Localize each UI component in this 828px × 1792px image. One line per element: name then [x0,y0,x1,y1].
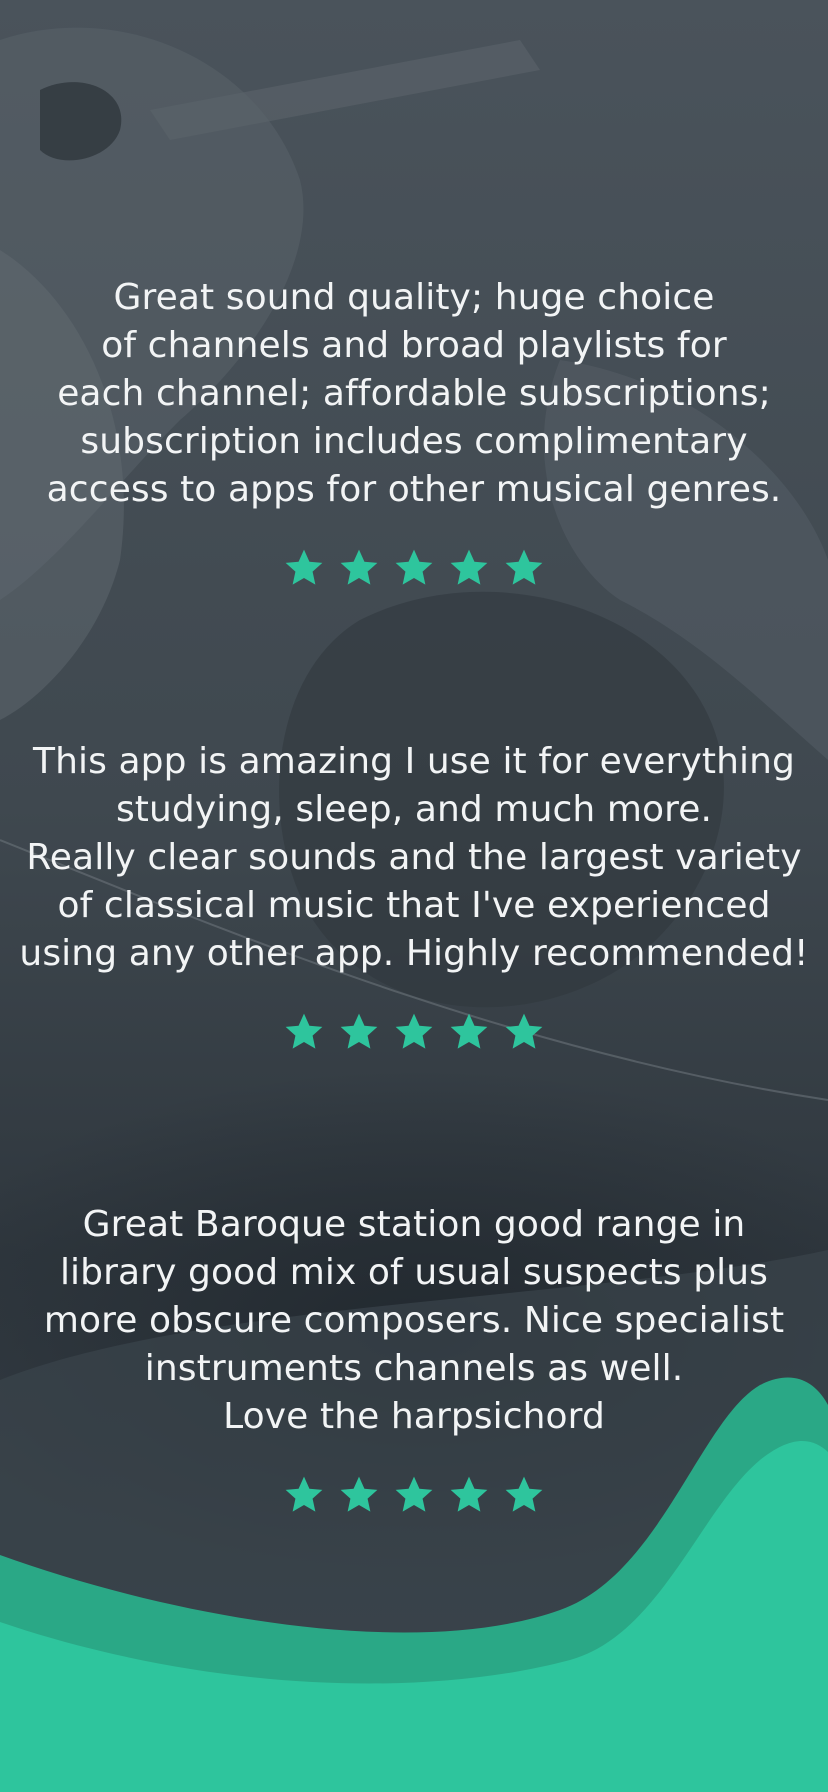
star-icon [450,549,488,585]
star-icon [505,1013,543,1049]
review-card: Great Baroque station good range in libr… [0,1201,828,1516]
star-icon [505,1476,543,1512]
review-text: Great sound quality; huge choice of chan… [46,277,782,510]
star-icon [395,549,433,585]
star-icon [285,1476,323,1512]
star-icon [450,1476,488,1512]
review-text: Great Baroque station good range in libr… [43,1204,785,1437]
review-card: Great sound quality; huge choice of chan… [0,274,828,589]
star-icon [505,549,543,585]
star-rating [0,1474,828,1516]
star-icon [450,1013,488,1049]
star-rating [0,547,828,589]
star-icon [395,1013,433,1049]
star-icon [340,1013,378,1049]
star-icon [285,1013,323,1049]
star-icon [340,1476,378,1512]
star-icon [340,549,378,585]
star-icon [285,549,323,585]
star-icon [395,1476,433,1512]
review-card: This app is amazing I use it for everyth… [0,738,828,1053]
star-rating [0,1011,828,1053]
review-text: This app is amazing I use it for everyth… [19,741,809,974]
